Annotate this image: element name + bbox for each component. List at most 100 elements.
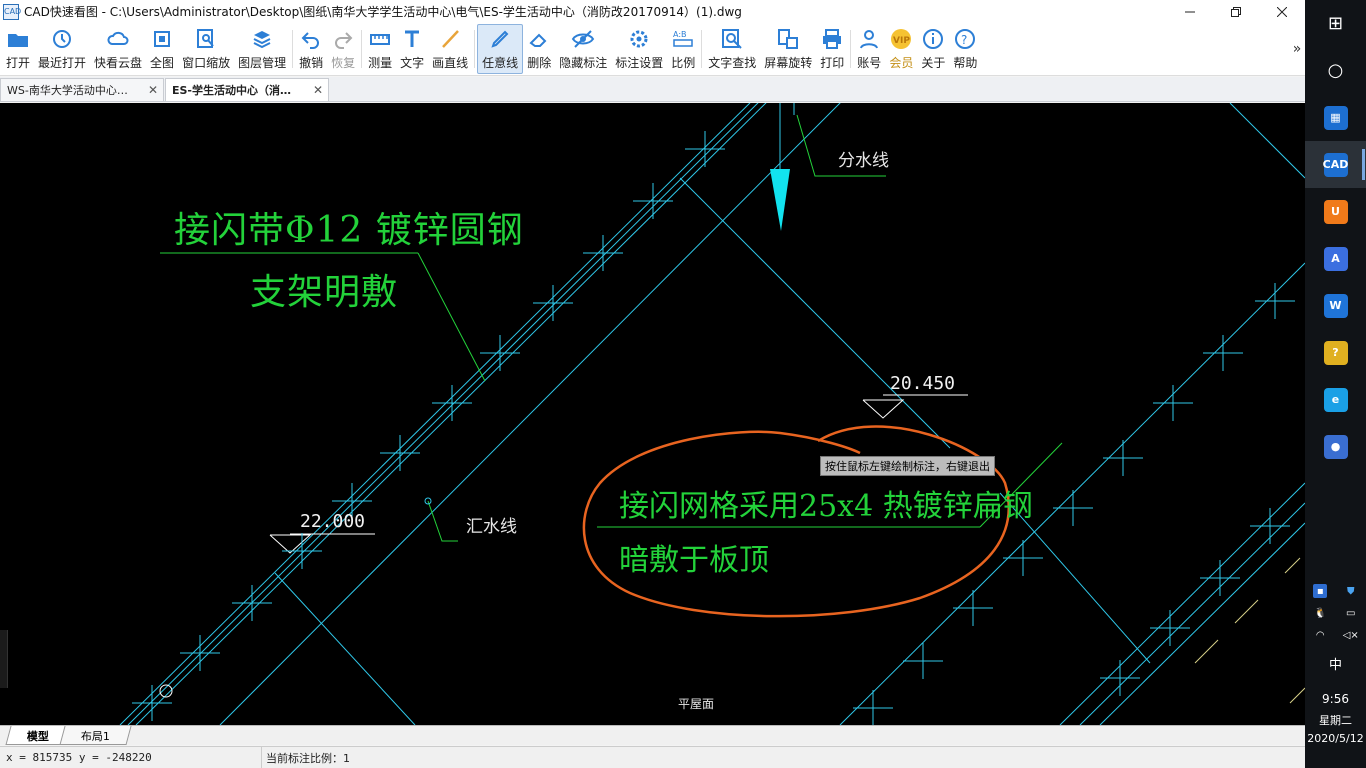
toolbar-button-printer[interactable]: 打印 — [816, 24, 848, 74]
taskbar-a-app[interactable]: A — [1305, 235, 1366, 282]
info-icon — [921, 27, 945, 51]
close-button[interactable] — [1259, 0, 1305, 23]
toolbar-button-fit-all[interactable]: 全图 — [146, 24, 178, 74]
toolbar-button-label: 账号 — [857, 56, 882, 70]
toolbar-button-eraser[interactable]: 删除 — [523, 24, 555, 74]
cad-viewer-window: CAD CAD快速看图 - C:\Users\Administrator\Des… — [0, 0, 1305, 768]
minimize-button[interactable] — [1167, 0, 1213, 23]
volume-muted-icon[interactable]: ◁× — [1343, 628, 1359, 642]
document-tabs: WS-南华大学活动中心… ✕ ES-学生活动中心（消… ✕ — [0, 77, 1305, 102]
taskbar-app-store[interactable]: ▦ — [1305, 94, 1366, 141]
toolbar-button-redo[interactable]: 恢复 — [327, 24, 359, 74]
label-huishui: 汇水线 — [466, 517, 517, 537]
system-tray: ▪ ⛊ 🐧 ▭ ◠ ◁× 中 9:56 星期二 2020/5/12 — [1305, 568, 1366, 768]
ridge-line — [135, 103, 767, 725]
grid-crosses — [1100, 508, 1290, 696]
side-panel-grip[interactable] — [0, 630, 8, 688]
title-bar: CAD CAD快速看图 - C:\Users\Administrator\Des… — [0, 0, 1305, 23]
taskbar-lenovo[interactable]: ● — [1305, 423, 1366, 470]
label-roof: 平屋面 — [678, 697, 715, 711]
undo-icon — [299, 27, 323, 51]
layout-tab-1[interactable]: 布局1 — [59, 726, 132, 745]
clock-weekday[interactable]: 星期二 — [1305, 712, 1366, 728]
drawing-canvas[interactable]: 接闪带Φ12 镀锌圆钢 支架明敷 接闪网格采用25x4 热镀锌扁钢 暗敷于板顶 … — [0, 103, 1305, 725]
slope-arrow — [770, 169, 790, 231]
fit-all-icon — [150, 27, 174, 51]
uc-browser-icon: U — [1323, 199, 1348, 224]
taskbar-start[interactable]: ⊞ — [1305, 0, 1366, 47]
taskbar-cad-viewer[interactable]: CAD — [1305, 141, 1366, 188]
toolbar-button-annotation-settings[interactable]: 标注设置 — [611, 24, 667, 74]
toolbar-button-undo[interactable]: 撤销 — [295, 24, 327, 74]
toolbar-button-label: 打开 — [6, 56, 31, 70]
toolbar-button-info[interactable]: 关于 — [917, 24, 949, 74]
ime-indicator[interactable]: 中 — [1305, 654, 1366, 673]
main-toolbar: 打开 最近打开 快看云盘 全图 窗口缩放 图层管理 撤销 恢复 测量 文字 画直线 任意线 删除 隐藏标注… — [0, 23, 1305, 76]
taskbar-cortana[interactable]: ○ — [1305, 47, 1366, 94]
clock-date[interactable]: 2020/5/12 — [1305, 732, 1366, 745]
battery-icon[interactable]: ▭ — [1344, 606, 1358, 620]
toolbar-button-eye-hide[interactable]: 隐藏标注 — [555, 24, 611, 74]
toolbar-button-label: 恢复 — [331, 56, 356, 70]
status-bar: x = 815735 y = -248220 当前标注比例：1 — [0, 746, 1305, 768]
ruler-icon — [368, 27, 392, 51]
tab-close-icon[interactable]: ✕ — [312, 83, 324, 97]
toolbar-button-label: 删除 — [527, 56, 552, 70]
svg-text:VIP: VIP — [893, 36, 910, 46]
toolbar-button-text[interactable]: 文字 — [396, 24, 428, 74]
tab-close-icon[interactable]: ✕ — [147, 83, 159, 97]
toolbar-overflow-button[interactable]: » — [1289, 41, 1305, 57]
network-manager-icon[interactable]: ▪ — [1313, 584, 1328, 598]
taskbar-ie[interactable]: e — [1305, 376, 1366, 423]
leader-line — [427, 500, 458, 542]
document-tab[interactable]: WS-南华大学活动中心… ✕ — [0, 78, 164, 101]
toolbar-button-ruler[interactable]: 测量 — [364, 24, 396, 74]
lenovo-icon: ● — [1323, 434, 1348, 459]
toolbar-button-cloud[interactable]: 快看云盘 — [90, 24, 146, 74]
shield-icon[interactable]: ⛊ — [1344, 584, 1358, 598]
toolbar-button-scale[interactable]: A:B 比例 — [667, 24, 699, 74]
document-tab[interactable]: ES-学生活动中心（消… ✕ — [165, 78, 329, 101]
toolbar-button-rotate-screen[interactable]: 屏幕旋转 — [760, 24, 816, 74]
maximize-button[interactable] — [1213, 0, 1259, 23]
cad-drawing — [119, 103, 1305, 725]
app-store-icon: ▦ — [1323, 105, 1348, 130]
svg-text:?: ? — [961, 33, 967, 47]
toolbar-button-text-search[interactable]: 文字查找 — [704, 24, 760, 74]
layers-icon — [250, 27, 274, 51]
taskbar-help-app[interactable]: ? — [1305, 329, 1366, 376]
toolbar-button-freehand-pen[interactable]: 任意线 — [477, 24, 524, 74]
toolbar-separator — [701, 30, 703, 68]
toolbar-button-label: 画直线 — [432, 56, 469, 70]
toolbar-button-label: 最近打开 — [38, 56, 87, 70]
window-zoom-icon — [194, 27, 218, 51]
qq-icon[interactable]: 🐧 — [1313, 606, 1327, 620]
ridge-line — [1079, 502, 1305, 725]
text-icon — [400, 27, 424, 51]
toolbar-button-help[interactable]: ? 帮助 — [949, 24, 981, 74]
toolbar-button-recent-clock[interactable]: 最近打开 — [34, 24, 90, 74]
clock-time[interactable]: 9:56 — [1305, 692, 1366, 706]
toolbar-button-user[interactable]: 账号 — [853, 24, 885, 74]
elevation-marker — [862, 399, 905, 419]
toolbar-button-layers[interactable]: 图层管理 — [234, 24, 290, 74]
note-lightning-strip: 接闪带Φ12 镀锌圆钢 — [174, 210, 524, 251]
taskbar-uc-browser[interactable]: U — [1305, 188, 1366, 235]
drawing-hint-tooltip: 按住鼠标左键绘制标注，右键退出 — [820, 456, 995, 476]
taskbar-wps[interactable]: W — [1305, 282, 1366, 329]
cortana-icon: ○ — [1327, 60, 1344, 81]
toolbar-button-window-zoom[interactable]: 窗口缩放 — [178, 24, 234, 74]
toolbar-button-line[interactable]: 画直线 — [428, 24, 472, 74]
toolbar-separator — [292, 30, 294, 68]
close-icon — [1277, 6, 1287, 17]
toolbar-button-vip[interactable]: VIP 会员 — [885, 24, 917, 74]
recent-clock-icon — [50, 27, 74, 51]
fenshui-diagonal — [679, 177, 951, 449]
annotation-settings-icon — [627, 27, 651, 51]
edge-line — [1229, 103, 1305, 179]
wifi-icon[interactable]: ◠ — [1313, 628, 1327, 642]
toolbar-button-label: 任意线 — [482, 56, 519, 70]
toolbar-button-open-folder[interactable]: 打开 — [2, 24, 34, 74]
layout-tabs: 模型 布局1 — [0, 725, 1305, 745]
eraser-icon — [527, 27, 551, 51]
